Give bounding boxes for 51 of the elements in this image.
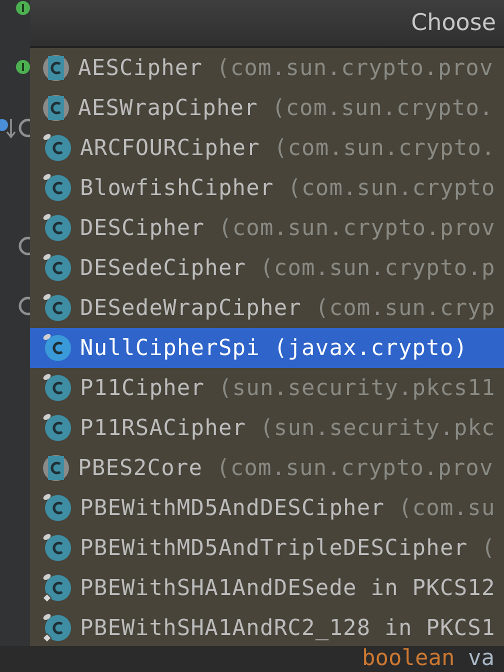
class-list-item[interactable]: PBES2Core (com.sun.crypto.prov	[30, 448, 504, 488]
class-name: P11Cipher (sun.security.pkcs11	[80, 376, 496, 400]
class-name: NullCipherSpi (javax.crypto)	[80, 336, 468, 360]
class-list-item[interactable]: PBEWithMD5AndTripleDESCipher (	[30, 528, 504, 568]
class-icon	[42, 413, 72, 443]
class-icon	[42, 493, 72, 523]
class-icon	[42, 533, 72, 563]
implemented-marker-icon[interactable]	[16, 60, 30, 74]
class-name: AESWrapCipher (com.sun.crypto.	[78, 96, 494, 120]
class-list-item[interactable]: P11Cipher (sun.security.pkcs11	[30, 368, 504, 408]
class-name: DESedeWrapCipher (com.sun.cryp	[80, 296, 496, 320]
class-list-item[interactable]: PBEWithMD5AndDESCipher (com.su	[30, 488, 504, 528]
class-list-item[interactable]: DESCipher (com.sun.crypto.prov	[30, 208, 504, 248]
class-name: PBEWithSHA1AndDESede in PKCS12	[80, 576, 496, 600]
class-name: PBEWithMD5AndTripleDESCipher (	[80, 536, 496, 560]
implemented-marker-icon[interactable]	[16, 1, 30, 15]
class-list-item[interactable]: ARCFOURCipher (com.sun.crypto.	[30, 128, 504, 168]
abstract-class-icon	[42, 54, 70, 82]
class-name: BlowfishCipher (com.sun.crypto	[80, 176, 496, 200]
class-list-item[interactable]: AESWrapCipher (com.sun.crypto.	[30, 88, 504, 128]
code-line: boolean va	[362, 646, 494, 672]
class-name: PBEWithMD5AndDESCipher (com.su	[80, 496, 496, 520]
override-marker-icon[interactable]	[18, 236, 30, 256]
class-name: ARCFOURCipher (com.sun.crypto.	[80, 136, 496, 160]
popup-title: Choose	[411, 10, 496, 36]
implementing-marker-icon[interactable]	[0, 118, 16, 140]
class-list-item[interactable]: BlowfishCipher (com.sun.crypto	[30, 168, 504, 208]
abstract-class-icon	[42, 94, 70, 122]
class-icon	[42, 133, 72, 163]
override-marker-icon[interactable]	[18, 296, 30, 316]
class-icon	[42, 253, 72, 283]
class-list-item[interactable]: NullCipherSpi (javax.crypto)	[30, 328, 504, 368]
class-icon	[42, 333, 72, 363]
class-list-item[interactable]: DESedeCipher (com.sun.crypto.p	[30, 248, 504, 288]
override-marker-icon[interactable]	[18, 118, 30, 138]
class-list-item[interactable]: PBEWithSHA1AndRC2_128 in PKCS1	[30, 608, 504, 646]
class-name: PBES2Core (com.sun.crypto.prov	[78, 456, 494, 480]
class-name: DESedeCipher (com.sun.crypto.p	[80, 256, 496, 280]
class-name: AESCipher (com.sun.crypto.prov	[78, 56, 494, 80]
class-name: P11RSACipher (sun.security.pkc	[80, 416, 496, 440]
class-icon	[42, 293, 72, 323]
class-list-item[interactable]: PBEWithSHA1AndDESede in PKCS12	[30, 568, 504, 608]
class-name: DESCipher (com.sun.crypto.prov	[80, 216, 496, 240]
class-icon	[42, 173, 72, 203]
class-list-item[interactable]: P11RSACipher (sun.security.pkc	[30, 408, 504, 448]
class-list-item[interactable]: AESCipher (com.sun.crypto.prov	[30, 48, 504, 88]
abstract-class-icon	[42, 454, 70, 482]
class-icon	[42, 373, 72, 403]
class-icon	[42, 213, 72, 243]
class-list-item[interactable]: DESedeWrapCipher (com.sun.cryp	[30, 288, 504, 328]
class-name: PBEWithSHA1AndRC2_128 in PKCS1	[80, 616, 496, 640]
